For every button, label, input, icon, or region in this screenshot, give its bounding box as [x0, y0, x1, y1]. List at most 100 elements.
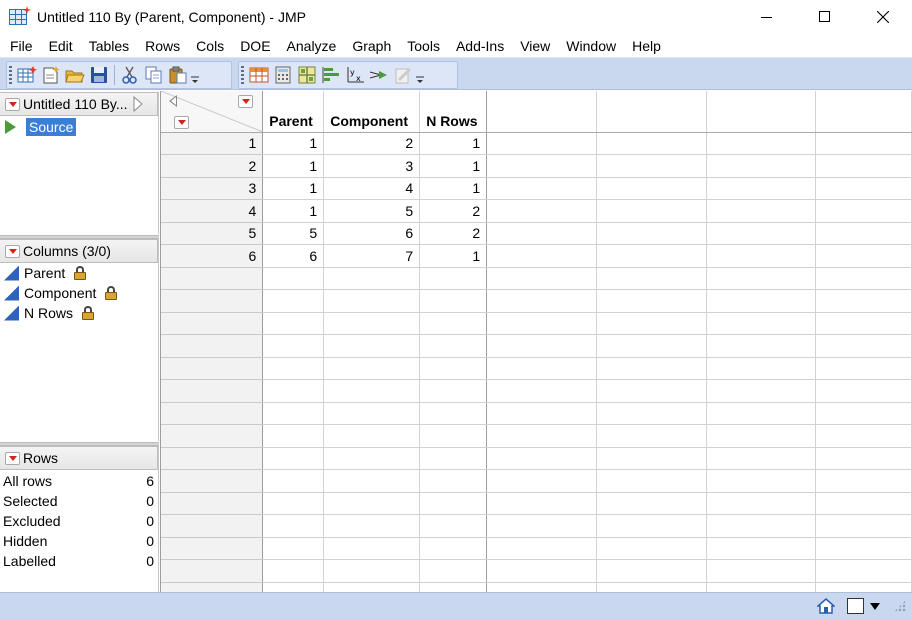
- table-cell[interactable]: [706, 222, 817, 245]
- table-cell[interactable]: [706, 177, 817, 200]
- empty-table-row[interactable]: [161, 379, 912, 403]
- rows-stat-hidden[interactable]: Hidden 0: [0, 531, 158, 551]
- table-cell[interactable]: [262, 334, 325, 358]
- table-cell[interactable]: [419, 469, 488, 493]
- table-cell[interactable]: [596, 357, 707, 380]
- table-cell[interactable]: [262, 312, 325, 335]
- copy-button[interactable]: [142, 64, 165, 86]
- rows-stat-excluded[interactable]: Excluded 0: [0, 511, 158, 531]
- column-header-n-rows[interactable]: N Rows: [419, 91, 488, 133]
- column-header-parent[interactable]: Parent: [262, 91, 325, 133]
- table-cell[interactable]: [486, 514, 597, 538]
- table-row[interactable]: 3 1 4 1: [161, 177, 912, 200]
- row-number[interactable]: [161, 289, 264, 313]
- table-cell[interactable]: [486, 559, 597, 583]
- empty-table-row[interactable]: [161, 447, 912, 470]
- table-cell[interactable]: [706, 424, 817, 448]
- row-number[interactable]: [161, 514, 264, 538]
- table-cell[interactable]: [419, 424, 488, 448]
- table-cell[interactable]: [815, 244, 912, 268]
- table-cell[interactable]: [596, 199, 707, 223]
- table-cell[interactable]: [323, 447, 421, 470]
- table-cell[interactable]: [815, 312, 912, 335]
- table-cell[interactable]: [323, 334, 421, 358]
- column-item-component[interactable]: Component: [0, 283, 158, 303]
- table-cell[interactable]: [815, 177, 912, 200]
- table-cell[interactable]: [486, 177, 597, 200]
- expand-right-icon[interactable]: [132, 96, 144, 112]
- row-number[interactable]: [161, 447, 264, 470]
- row-number[interactable]: [161, 492, 264, 515]
- empty-table-row[interactable]: [161, 289, 912, 313]
- row-number[interactable]: [161, 469, 264, 493]
- table-cell[interactable]: [323, 267, 421, 290]
- table-cell[interactable]: [262, 424, 325, 448]
- table-cell[interactable]: [262, 492, 325, 515]
- table-cell[interactable]: [815, 132, 912, 155]
- table-cell[interactable]: 5: [262, 222, 325, 245]
- table-cell[interactable]: [706, 379, 817, 403]
- table-cell[interactable]: [596, 289, 707, 313]
- table-cell[interactable]: [419, 267, 488, 290]
- table-cell[interactable]: 6: [323, 222, 421, 245]
- table-cell[interactable]: [596, 334, 707, 358]
- table-cell[interactable]: [706, 559, 817, 583]
- column-header-empty[interactable]: [815, 91, 912, 133]
- table-cell[interactable]: [323, 537, 421, 560]
- menu-window[interactable]: Window: [557, 35, 623, 57]
- table-row[interactable]: 1 1 2 1: [161, 132, 912, 155]
- toolbar-overflow-button[interactable]: [190, 64, 200, 86]
- paste-button[interactable]: [166, 64, 189, 86]
- row-number[interactable]: [161, 312, 264, 335]
- table-cell[interactable]: [815, 514, 912, 538]
- empty-table-row[interactable]: [161, 424, 912, 448]
- table-cell[interactable]: [323, 582, 421, 592]
- table-cell[interactable]: [419, 492, 488, 515]
- table-row[interactable]: 6 6 7 1: [161, 244, 912, 268]
- table-cell[interactable]: [596, 514, 707, 538]
- table-cell[interactable]: 1: [419, 132, 488, 155]
- table-cell[interactable]: [706, 312, 817, 335]
- table-cell[interactable]: [596, 447, 707, 470]
- table-cell[interactable]: [706, 267, 817, 290]
- columns-red-triangle-button[interactable]: [5, 244, 20, 258]
- table-cell[interactable]: [486, 289, 597, 313]
- table-cell[interactable]: [486, 447, 597, 470]
- menu-doe[interactable]: DOE: [231, 35, 277, 57]
- table-cell[interactable]: [486, 424, 597, 448]
- table-cell[interactable]: [486, 199, 597, 223]
- resize-grip-icon[interactable]: [894, 600, 906, 612]
- table-cell[interactable]: [486, 492, 597, 515]
- table-cell[interactable]: [706, 537, 817, 560]
- empty-table-row[interactable]: [161, 492, 912, 515]
- source-script-label[interactable]: Source: [26, 118, 77, 136]
- table-cell[interactable]: [323, 312, 421, 335]
- table-cell[interactable]: [706, 582, 817, 592]
- table-cell[interactable]: 6: [262, 244, 325, 268]
- table-cell[interactable]: [815, 447, 912, 470]
- table-cell[interactable]: [706, 447, 817, 470]
- toolbar-overflow-button[interactable]: [415, 64, 425, 86]
- empty-table-row[interactable]: [161, 334, 912, 358]
- table-cell[interactable]: [815, 379, 912, 403]
- menu-cols[interactable]: Cols: [187, 35, 231, 57]
- new-script-button[interactable]: [39, 64, 62, 86]
- table-cell[interactable]: 1: [262, 132, 325, 155]
- row-number[interactable]: [161, 334, 264, 358]
- menu-tools[interactable]: Tools: [398, 35, 447, 57]
- table-cell[interactable]: [323, 379, 421, 403]
- save-button[interactable]: [87, 64, 110, 86]
- table-cell[interactable]: [596, 424, 707, 448]
- table-cell[interactable]: [419, 379, 488, 403]
- menu-graph[interactable]: Graph: [343, 35, 398, 57]
- row-number[interactable]: 4: [161, 199, 264, 223]
- table-cell[interactable]: [262, 379, 325, 403]
- row-number[interactable]: [161, 267, 264, 290]
- table-cell[interactable]: [323, 402, 421, 425]
- row-number[interactable]: 2: [161, 154, 264, 178]
- rows-red-triangle-button[interactable]: [5, 451, 20, 465]
- table-cell[interactable]: [419, 447, 488, 470]
- table-cell[interactable]: [262, 559, 325, 583]
- table-cell[interactable]: [262, 357, 325, 380]
- grid-view-button[interactable]: [295, 64, 318, 86]
